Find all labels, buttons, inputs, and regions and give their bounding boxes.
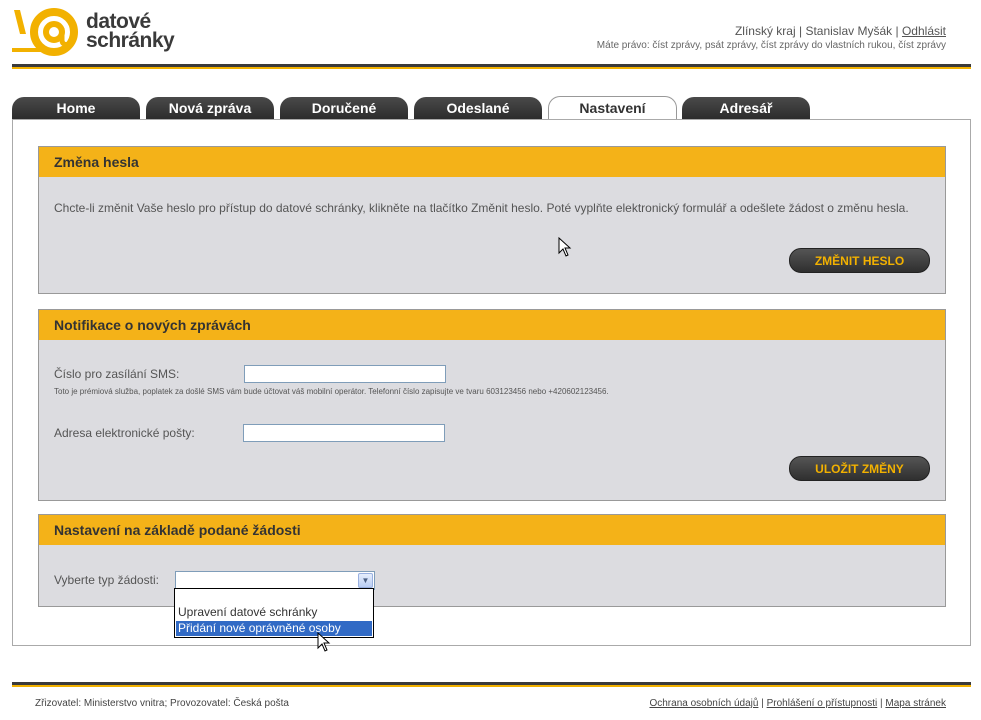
save-changes-button[interactable]: ULOŽIT ZMĚNY	[789, 456, 930, 481]
panel-title: Změna hesla	[39, 147, 945, 177]
main-tabs: Home Nová zpráva Doručené Odeslané Nasta…	[12, 96, 972, 120]
option-pridat-osobu[interactable]: Přidání nové oprávněné osoby	[176, 621, 372, 636]
notification-panel: Notifikace o nových zprávách Číslo pro z…	[38, 309, 946, 501]
change-password-button[interactable]: ZMĚNIT HESLO	[789, 248, 930, 273]
option-upravit-schranku[interactable]: Upravení datové schránky	[178, 605, 317, 620]
tab-address-book[interactable]: Adresář	[682, 97, 810, 119]
logout-link[interactable]: Odhlásit	[902, 24, 946, 38]
tab-sent[interactable]: Odeslané	[414, 97, 542, 119]
logo-line2: schránky	[86, 29, 175, 52]
footer-links: Ochrana osobních údajů | Prohlášení o př…	[649, 698, 946, 709]
separator: |	[880, 698, 883, 709]
mouse-pointer-icon	[317, 632, 331, 652]
mouse-pointer-icon	[558, 237, 572, 257]
region-name: Zlínský kraj	[734, 24, 796, 38]
request-type-label: Vyberte typ žádosti:	[54, 573, 159, 587]
chevron-down-icon[interactable]: ▼	[358, 573, 373, 588]
settings-content: Změna hesla Chcte-li změnit Vaše heslo p…	[12, 119, 971, 646]
logo-wordmark: datové schránky	[86, 11, 175, 52]
tab-home[interactable]: Home	[12, 97, 140, 119]
datove-schranky-logo[interactable]: datové schránky	[12, 8, 175, 58]
user-rights: Máte právo: číst zprávy, psát zprávy, čí…	[596, 40, 946, 51]
sms-number-input[interactable]	[244, 365, 446, 383]
sms-note: Toto je prémiová služba, poplatek za doš…	[54, 387, 609, 396]
separator: |	[761, 698, 764, 709]
page-header: datové schránky Zlínský kraj | Stanislav…	[0, 0, 981, 70]
tab-received[interactable]: Doručené	[280, 97, 408, 119]
panel-title: Nastavení na základě podané žádosti	[39, 515, 945, 545]
accessibility-link[interactable]: Prohlášení o přístupnosti	[767, 698, 878, 709]
separator: |	[895, 24, 899, 38]
sms-label: Číslo pro zasílání SMS:	[54, 367, 180, 381]
password-change-panel: Změna hesla Chcte-li změnit Vaše heslo p…	[38, 146, 946, 294]
header-divider	[12, 64, 971, 69]
footer-operator: Zřizovatel: Ministerstvo vnitra; Provozo…	[35, 698, 289, 709]
email-label: Adresa elektronické pošty:	[54, 426, 195, 440]
panel-title: Notifikace o nových zprávách	[39, 310, 945, 340]
tab-settings[interactable]: Nastavení	[548, 96, 677, 120]
request-type-dropdown-list: Upravení datové schránky Přidání nové op…	[174, 588, 374, 638]
user-info: Zlínský kraj | Stanislav Myšák | Odhlási…	[735, 24, 946, 38]
privacy-link[interactable]: Ochrana osobních údajů	[649, 698, 758, 709]
password-description: Chcte-li změnit Vaše heslo pro přístup d…	[54, 201, 909, 215]
user-name: Stanislav Myšák	[805, 24, 893, 38]
tab-new-message[interactable]: Nová zpráva	[146, 97, 274, 119]
footer-divider	[12, 682, 971, 687]
separator: |	[798, 24, 803, 38]
at-sign-logo-icon	[12, 8, 78, 56]
email-input[interactable]	[243, 424, 445, 442]
sitemap-link[interactable]: Mapa stránek	[885, 698, 946, 709]
